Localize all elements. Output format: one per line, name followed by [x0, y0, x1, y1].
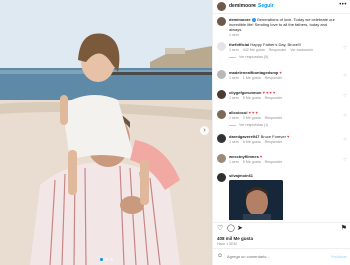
comment-meta: 1 sem [229, 33, 341, 38]
comment-meta: 1 sem 442 Me gusta Responder Ver traducc… [229, 48, 341, 53]
comment-body: wecctnyfilmnes ♥ 1 sem 5 Me gusta Respon… [229, 154, 341, 165]
carousel-dot [109, 258, 113, 261]
more-horizontal-icon[interactable]: ••• [339, 2, 347, 8]
heart-icon[interactable]: ♡ [217, 225, 223, 233]
caption-body: demimoore Generations of love. Today we … [229, 17, 341, 38]
heart-emoji-icon: ♥ [287, 134, 290, 139]
comment-body: daredgavere947 Bruce Forever ♥ 1 sem 8 M… [229, 134, 341, 145]
comment-likes[interactable]: 5 Me gusta [243, 160, 261, 164]
comment-likes[interactable]: 1 Me gusta [243, 76, 261, 80]
comment-composer: ☺ Publicar [213, 248, 350, 265]
emoji-icon[interactable]: ☺ [217, 253, 223, 259]
heart-emoji-icon: ♥ ♥ ♥ [248, 110, 258, 115]
comment-list[interactable]: demimoore Generations of love. Today we … [213, 15, 350, 220]
post-date: Hace 1 SEM [217, 242, 237, 246]
post-actions: ♡ ◯ ➤ ⚑ 408 mil Me gusta Hace 1 SEM ☺ Pu… [213, 222, 350, 265]
heart-icon[interactable]: ♡ [343, 137, 347, 142]
comment-meta: 1 sem 5 Me gusta Responder [229, 160, 341, 165]
post-side-panel: demimoore • Seguir ••• demimoore Generat… [212, 0, 350, 265]
comment-age: 1 sem [229, 48, 239, 52]
next-slide-button[interactable]: › [200, 126, 209, 135]
view-replies-button[interactable]: Ver respuestas (5) [229, 55, 341, 60]
post-photo[interactable]: › [0, 0, 212, 265]
comment-username[interactable]: madelenealfbontagedsmp [229, 70, 278, 75]
follow-button[interactable]: Seguir [258, 3, 274, 9]
comment-username[interactable]: allcoiocol [229, 110, 247, 115]
comment-body: silvajmoin61 [229, 173, 341, 220]
comment-username[interactable]: silvajmoin61 [229, 173, 253, 178]
comment-input[interactable] [227, 254, 322, 259]
comment-age: 1 sem [229, 140, 239, 144]
comment-likes[interactable]: 442 Me gusta [243, 48, 265, 52]
comment-text: Bruce Forever [260, 134, 286, 139]
comment-body: allcoiocol ♥ ♥ ♥ 1 sem 3 Me gusta Respon… [229, 110, 341, 128]
instagram-post-viewer: › demimoore • Seguir ••• demimoore Gener… [0, 0, 350, 265]
comment-icon[interactable]: ◯ [227, 225, 235, 233]
reply-button[interactable]: Responder [265, 116, 283, 120]
author-avatar[interactable] [217, 17, 226, 26]
comment-body: cliygefgorunmon ♥ ♥ ♥ ♥ 1 sem 5 Me gusta… [229, 90, 341, 101]
comment-likes[interactable]: 5 Me gusta [243, 96, 261, 100]
comment-age: 1 sem [229, 33, 239, 37]
heart-icon[interactable]: ♡ [343, 157, 347, 162]
comment-meta: 1 sem 3 Me gusta Responder [229, 116, 341, 121]
publish-button[interactable]: Publicar [331, 254, 347, 259]
bookmark-icon[interactable]: ⚑ [341, 225, 347, 233]
comment-age: 1 sem [229, 96, 239, 100]
post-header: demimoore • Seguir ••• [213, 0, 350, 14]
comment-age: 1 sem [229, 76, 239, 80]
comment-body: madelenealfbontagedsmp ♥ 1 sem 1 Me gust… [229, 70, 341, 81]
comment-username[interactable]: thefofficial [229, 42, 249, 47]
attached-image-illustration [229, 180, 283, 220]
heart-emoji-icon: ♥ [259, 154, 263, 159]
comment-username[interactable]: wecctnyfilmnes [229, 154, 259, 159]
commenter-avatar[interactable] [217, 70, 226, 79]
comment-meta: 1 sem 5 Me gusta Responder [229, 96, 341, 101]
likes-count[interactable]: 408 mil Me gusta [217, 236, 253, 241]
commenter-avatar[interactable] [217, 173, 226, 182]
send-icon[interactable]: ➤ [237, 225, 243, 233]
comment-age: 1 sem [229, 116, 239, 120]
commenter-avatar[interactable] [217, 154, 226, 163]
comment-body: thefofficial Happy Father's Day, Bruce!!… [229, 42, 341, 60]
reply-button[interactable]: Responder [269, 48, 287, 52]
comment-likes[interactable]: 8 Me gusta [243, 140, 261, 144]
author-avatar[interactable] [217, 2, 226, 11]
commenter-avatar[interactable] [217, 90, 226, 99]
translate-button[interactable]: Ver traducción [290, 48, 313, 52]
comment-meta: 1 sem 8 Me gusta Responder [229, 140, 341, 145]
heart-icon[interactable]: ♡ [343, 45, 347, 50]
commenter-avatar[interactable] [217, 134, 226, 143]
emoji-row-icon: ♥ ♥ ♥ ♥ [262, 90, 276, 95]
comment-text: Happy Father's Day, Bruce!!! [250, 42, 302, 47]
heart-icon[interactable]: ♡ [343, 73, 347, 78]
comment-meta: 1 sem 1 Me gusta Responder [229, 76, 341, 81]
heart-icon[interactable]: ♡ [343, 113, 347, 118]
commenter-avatar[interactable] [217, 110, 226, 119]
photo-illustration [0, 0, 212, 265]
heart-icon[interactable]: ♡ [343, 93, 347, 98]
comment-username[interactable]: daredgavere947 [229, 134, 259, 139]
view-replies-button[interactable]: Ver respuestas (1) [229, 123, 341, 128]
comment-likes[interactable]: 3 Me gusta [243, 116, 261, 120]
reply-button[interactable]: Responder [265, 140, 283, 144]
heart-emoji-icon: ♥ [279, 70, 282, 75]
reply-button[interactable]: Responder [265, 160, 283, 164]
comment-age: 1 sem [229, 160, 239, 164]
comment-attached-image[interactable] [229, 180, 283, 220]
header-separator: • [253, 3, 255, 9]
commenter-avatar[interactable] [217, 42, 226, 51]
carousel-dot-active [99, 258, 103, 261]
reply-button[interactable]: Responder [265, 96, 283, 100]
carousel-dot [104, 258, 108, 261]
reply-button[interactable]: Responder [265, 76, 283, 80]
carousel-dots [0, 258, 212, 261]
author-username[interactable]: demimoore [229, 3, 256, 9]
comment-username[interactable]: cliygefgorunmon [229, 90, 261, 95]
